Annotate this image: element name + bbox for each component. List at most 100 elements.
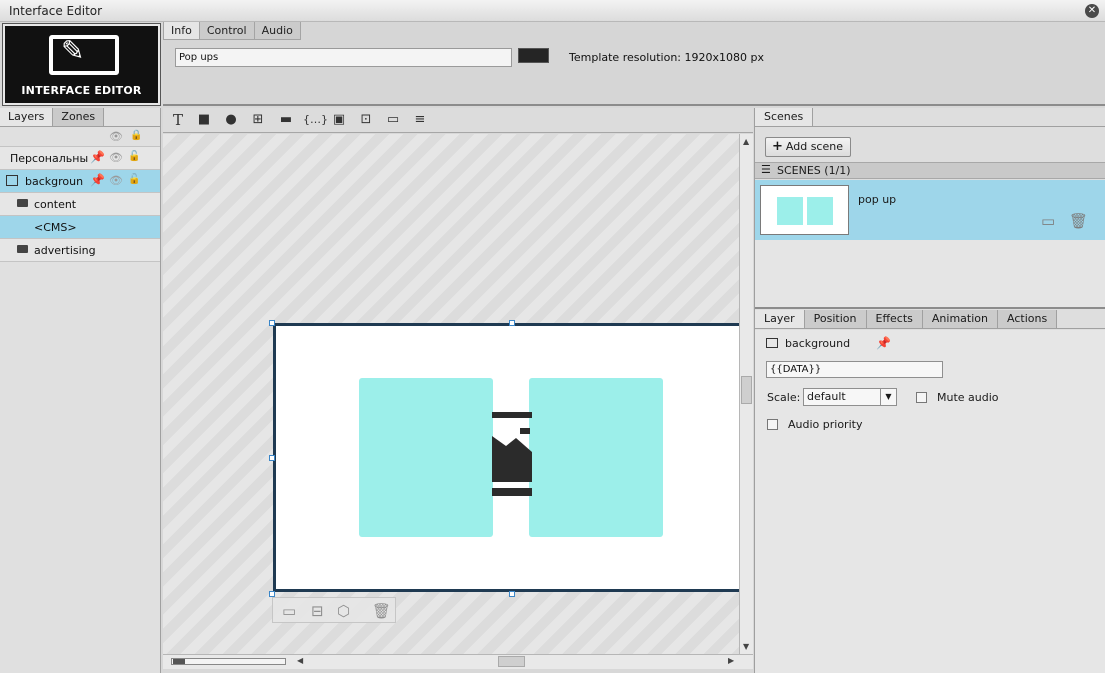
scenes-count: SCENES (1/1)	[777, 164, 851, 177]
scene-item[interactable]: pop up ▭ 🗑	[755, 180, 1105, 240]
properties-tabs: Layer Position Effects Animation Actions	[755, 310, 1105, 329]
resize-handle-top-left[interactable]	[269, 320, 275, 326]
pin-icon[interactable]: 📌	[90, 150, 105, 164]
resize-handle-bottom[interactable]	[509, 591, 515, 597]
unlock-icon[interactable]: 🔓	[128, 151, 140, 162]
rounded-rect-tool-icon[interactable]: ▬	[277, 112, 295, 128]
horizontal-scrollbar[interactable]: ◀ ▶	[163, 654, 753, 669]
scroll-up-icon[interactable]: ▲	[743, 137, 749, 146]
zoom-slider-knob[interactable]	[173, 659, 185, 664]
lock-all-icon[interactable]: 🔒	[130, 130, 142, 141]
visibility-icon[interactable]: 👁	[109, 174, 123, 187]
scroll-down-icon[interactable]: ▼	[743, 642, 749, 651]
3d-link-icon[interactable]: ⬡	[337, 602, 350, 620]
link-icon[interactable]: ⊟	[311, 602, 324, 620]
thumb-zone	[777, 197, 803, 225]
vertical-scrollbar[interactable]: ▲ ▼	[739, 134, 753, 654]
zone-right[interactable]	[529, 378, 663, 537]
text-tool-icon[interactable]: T	[169, 112, 187, 128]
right-panel: Scenes + Add scene ☰ SCENES (1/1) pop up …	[754, 108, 1105, 673]
zone-left[interactable]	[359, 378, 493, 537]
unlock-icon[interactable]: 🔓	[128, 174, 140, 185]
tab-zones[interactable]: Zones	[53, 108, 105, 126]
scroll-left-icon[interactable]: ◀	[297, 656, 303, 665]
duplicate-icon[interactable]: ▭	[282, 602, 296, 620]
folder-icon	[17, 199, 28, 207]
image-placeholder-icon	[492, 412, 532, 496]
tab-info[interactable]: Info	[163, 22, 200, 40]
selected-layer-name: background 📌	[766, 336, 891, 350]
tab-layer[interactable]: Layer	[755, 310, 805, 328]
tab-animation[interactable]: Animation	[922, 310, 998, 328]
template-name-input[interactable]	[175, 48, 512, 67]
layer-label: <CMS>	[34, 221, 77, 234]
input-tool-icon[interactable]: ⊡	[357, 112, 375, 128]
folder-icon	[17, 245, 28, 253]
visibility-all-icon[interactable]: 👁	[109, 130, 123, 143]
scene-name: pop up	[858, 193, 897, 206]
layer-row-cms[interactable]: <CMS>	[0, 216, 160, 239]
tab-position[interactable]: Position	[804, 310, 867, 328]
audio-priority-label: Audio priority	[788, 418, 863, 431]
zoom-slider[interactable]	[171, 658, 286, 665]
add-zone-tool-icon[interactable]: ⊞	[249, 112, 267, 128]
audio-priority-checkbox[interactable]	[767, 419, 778, 430]
close-icon[interactable]: ✕	[1085, 4, 1099, 18]
add-scene-label: Add scene	[785, 140, 843, 153]
layer-row-personal[interactable]: Персональные 📌 👁 🔓	[0, 147, 160, 170]
delete-scene-icon[interactable]: 🗑	[1069, 212, 1088, 230]
layers-header: 👁 🔒	[0, 127, 160, 147]
scene-thumbnail	[760, 185, 849, 235]
scroll-right-icon[interactable]: ▶	[728, 656, 734, 665]
layers-panel: Layers Zones 👁 🔒 Персональные 📌 👁 🔓 back…	[0, 108, 161, 673]
pin-icon[interactable]: 📌	[876, 336, 891, 350]
ellipse-tool-icon[interactable]: ●	[222, 112, 240, 128]
layer-row-content[interactable]: content	[0, 193, 160, 216]
data-source-input[interactable]	[766, 361, 943, 378]
mute-audio-label: Mute audio	[937, 391, 999, 404]
template-resolution: Template resolution: 1920x1080 px	[569, 51, 764, 64]
logo-text: INTERFACE EDITOR	[21, 84, 142, 97]
align-tool-icon[interactable]: ≡	[411, 112, 429, 128]
scale-select[interactable]: default ▼	[803, 388, 897, 406]
scenes-list-empty-area	[755, 240, 1105, 309]
image-tool-icon[interactable]: ▣	[330, 112, 348, 128]
canvas-area[interactable]: ▭ ⊟ ⬡ 🗑	[163, 134, 739, 654]
code-tool-icon[interactable]: {…}	[303, 112, 328, 128]
resize-handle-left[interactable]	[269, 455, 275, 461]
template-stage[interactable]	[273, 323, 739, 592]
visibility-icon[interactable]: 👁	[109, 151, 123, 164]
menu-icon[interactable]: ☰	[761, 163, 771, 176]
mute-audio-checkbox[interactable]	[916, 392, 927, 403]
horizontal-scroll-thumb[interactable]	[498, 656, 525, 667]
duplicate-scene-icon[interactable]: ▭	[1041, 212, 1055, 230]
layer-row-background[interactable]: backgrounc 📌 👁 🔓	[0, 170, 160, 193]
layer-row-advertising[interactable]: advertising	[0, 239, 160, 262]
resize-handle-top[interactable]	[509, 320, 515, 326]
layer-label: advertising	[34, 244, 96, 257]
window-title: Interface Editor	[9, 4, 103, 18]
rectangle-tool-icon[interactable]: ■	[195, 112, 213, 128]
tab-effects[interactable]: Effects	[866, 310, 923, 328]
trash-icon[interactable]: 🗑	[372, 602, 391, 620]
scenes-header: ☰ SCENES (1/1)	[755, 162, 1105, 179]
canvas-toolbar: T ■ ● ⊞ ▬ {…} ▣ ⊡ ▭ ≡	[163, 108, 753, 133]
image-icon	[6, 175, 18, 186]
tab-audio[interactable]: Audio	[253, 22, 301, 40]
layer-label: backgrounc	[25, 175, 83, 188]
tab-scenes[interactable]: Scenes	[755, 108, 814, 126]
scale-value: default	[807, 390, 846, 403]
tab-actions[interactable]: Actions	[998, 310, 1058, 328]
tab-layers[interactable]: Layers	[0, 108, 54, 126]
background-color-swatch[interactable]	[518, 48, 549, 63]
app-logo: ✎ INTERFACE EDITOR	[2, 23, 161, 106]
add-scene-button[interactable]: + Add scene	[765, 137, 851, 157]
vertical-scroll-thumb[interactable]	[741, 376, 752, 404]
plus-icon: +	[772, 139, 783, 154]
button-tool-icon[interactable]: ▭	[384, 112, 402, 128]
pin-icon[interactable]: 📌	[90, 173, 105, 187]
tab-control[interactable]: Control	[198, 22, 255, 40]
pencil-icon: ✎	[61, 34, 85, 67]
chevron-down-icon[interactable]: ▼	[880, 389, 896, 405]
scale-label: Scale:	[767, 391, 801, 404]
